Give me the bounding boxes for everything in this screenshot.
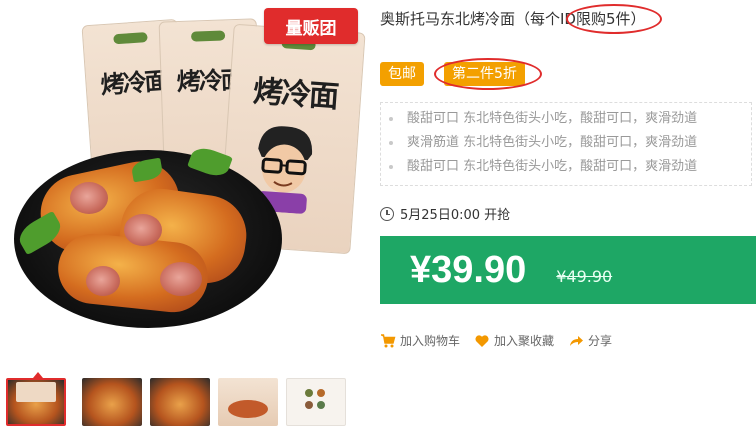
brand-logo xyxy=(113,32,148,45)
thumbnail-strip xyxy=(0,372,368,432)
sale-time-text: 5月25日0:00 开抢 xyxy=(400,208,511,223)
sausage-slice xyxy=(160,262,202,296)
bullet-icon xyxy=(389,117,393,121)
sausage-slice xyxy=(86,266,120,296)
action-bar: 加入购物车 加入聚收藏 分享 xyxy=(380,332,626,349)
highlight-circle xyxy=(566,4,662,34)
package-label: 烤冷面 xyxy=(99,65,168,100)
favorite-button[interactable]: 加入聚收藏 xyxy=(474,332,554,349)
original-price: ¥49.90 xyxy=(556,266,613,286)
package-label: 烤冷面 xyxy=(251,74,339,115)
thumbnail-food-plate[interactable] xyxy=(82,378,142,426)
thumbnail-packs[interactable] xyxy=(218,378,278,426)
share-button[interactable]: 分享 xyxy=(568,332,612,349)
sale-start-time: 5月25日0:00 开抢 xyxy=(380,204,510,223)
bullet-icon xyxy=(389,165,393,169)
thumbnail-packs-and-food[interactable] xyxy=(6,378,66,426)
current-price: ¥39.90 xyxy=(410,248,527,291)
free-shipping-tag: 包邮 xyxy=(380,62,424,86)
sausage-slice xyxy=(70,182,108,214)
share-icon xyxy=(570,335,584,346)
feature-text: 酸甜可口 东北特色街头小吃，酸甜可口，爽滑劲道 xyxy=(407,111,698,126)
list-item: 酸甜可口 东北特色街头小吃，酸甜可口，爽滑劲道 xyxy=(387,107,751,131)
thumbnail-food-closeup[interactable] xyxy=(150,378,210,426)
feature-list: 酸甜可口 东北特色街头小吃，酸甜可口，爽滑劲道 爽滑筋道 东北特色街头小吃，酸甜… xyxy=(380,102,752,186)
thumbnail-ingredients[interactable] xyxy=(286,378,346,426)
brand-logo xyxy=(190,30,226,42)
share-label: 分享 xyxy=(588,334,613,348)
sausage-slice xyxy=(124,214,162,246)
favorite-label: 加入聚收藏 xyxy=(494,334,555,348)
highlight-circle xyxy=(434,58,542,90)
bullet-icon xyxy=(389,141,393,145)
list-item: 爽滑筋道 东北特色街头小吃，酸甜可口，爽滑劲道 xyxy=(387,131,751,155)
cart-icon xyxy=(381,333,396,347)
list-item: 酸甜可口 东北特色街头小吃，酸甜可口，爽滑劲道 xyxy=(387,155,751,179)
main-product-image[interactable]: 烤冷面 烤冷面 烤冷面 量贩团 xyxy=(0,0,368,362)
clock-icon xyxy=(380,206,394,221)
feature-text: 酸甜可口 东北特色街头小吃，酸甜可口，爽滑劲道 xyxy=(407,159,698,174)
add-to-cart-button[interactable]: 加入购物车 xyxy=(380,332,460,349)
add-to-cart-label: 加入购物车 xyxy=(400,334,461,348)
group-buy-badge: 量贩团 xyxy=(264,8,358,44)
price-bar: ¥39.90 ¥49.90 xyxy=(380,236,756,304)
feature-text: 爽滑筋道 东北特色街头小吃，酸甜可口，爽滑劲道 xyxy=(407,135,698,150)
heart-icon xyxy=(475,334,489,347)
